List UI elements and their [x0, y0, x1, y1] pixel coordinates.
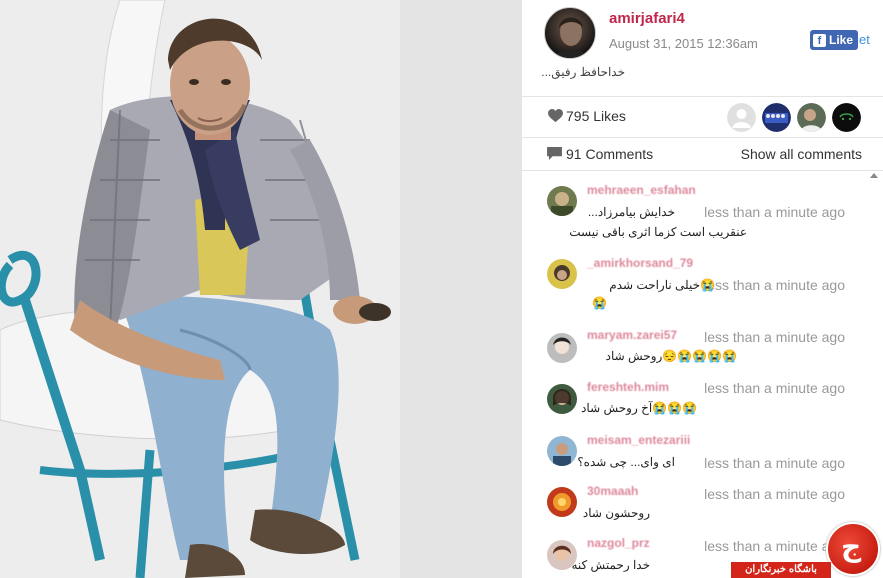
post-detail-panel: amirjafari4 August 31, 2015 12:36am f Li…: [522, 0, 883, 578]
portrait-avatar-icon: [797, 103, 826, 132]
comment-item: fereshteh.mim less than a minute ago 😭😭😭…: [522, 380, 867, 428]
comment-text: 😭😭😭😭😔روحش شاد: [605, 349, 737, 363]
comment-item: 30maaah less than a minute ago روحشون شا…: [522, 484, 867, 532]
facebook-icon: f: [813, 33, 826, 47]
commenter-avatar[interactable]: [547, 436, 577, 466]
comment-time: less than a minute ago: [704, 204, 845, 220]
commenter-avatar[interactable]: [547, 259, 577, 289]
liker-avatar[interactable]: [762, 103, 791, 132]
team-avatar-icon: [762, 103, 791, 132]
author-avatar[interactable]: [544, 7, 596, 59]
commenter-username[interactable]: fereshteh.mim: [587, 380, 669, 394]
comment-time: less than a minute ago: [704, 277, 845, 293]
commenter-username[interactable]: meisam_entezariii: [587, 433, 690, 447]
commenter-avatar-image: [547, 333, 577, 363]
commenter-avatar-image: [547, 384, 577, 414]
comment-list: mehraeen_esfahan less than a minute ago …: [522, 171, 883, 578]
commenter-username[interactable]: maryam.zarei57: [587, 328, 677, 342]
tweet-button-fragment[interactable]: et: [859, 32, 870, 47]
likes-row: 795 Likes: [522, 97, 883, 137]
comment-time: less than a minute ago: [704, 455, 845, 471]
comment-time: less than a minute ago: [704, 538, 845, 554]
liker-avatar[interactable]: [727, 103, 756, 132]
post-username[interactable]: amirjafari4: [609, 10, 685, 27]
comment-item: _amirkhorsand_79 less than a minute ago …: [522, 255, 867, 315]
commenter-avatar-image: [547, 436, 577, 466]
watermark-glyph: ج: [841, 530, 862, 563]
default-avatar-icon: [727, 103, 756, 132]
comment-text: روحشون شاد: [582, 506, 650, 520]
comment-item: mehraeen_esfahan less than a minute ago …: [522, 181, 867, 243]
author-avatar-image: [553, 17, 589, 58]
comment-text-line-2: 😭: [592, 296, 607, 310]
post-date: August 31, 2015 12:36am: [609, 36, 758, 51]
comment-text: ای وای... چی شده؟: [577, 455, 675, 469]
post-caption: خداحافظ رفیق...: [541, 65, 625, 79]
watermark-label: باشگاه خبرنگاران: [731, 562, 831, 578]
commenter-avatar[interactable]: [547, 384, 577, 414]
dark-avatar-icon: [832, 103, 861, 132]
comment-item: meisam_entezariii less than a minute ago…: [522, 433, 867, 477]
commenter-avatar[interactable]: [547, 487, 577, 517]
liker-avatar[interactable]: [832, 103, 861, 132]
comments-row: 91 Comments Show all comments: [522, 138, 883, 170]
photo-illustration: [0, 0, 522, 578]
facebook-like-button[interactable]: f Like: [810, 30, 859, 50]
commenter-username[interactable]: _amirkhorsand_79: [587, 256, 693, 270]
watermark-logo: ج: [826, 522, 880, 576]
facebook-like-label: Like: [829, 33, 854, 47]
commenter-username[interactable]: mehraeen_esfahan: [587, 183, 696, 197]
commenter-avatar[interactable]: [547, 186, 577, 216]
comment-time: less than a minute ago: [704, 329, 845, 345]
commenter-avatar-image: [547, 186, 577, 216]
comment-text: خدایش بیامرزاد...: [587, 205, 675, 219]
comment-item: maryam.zarei57 less than a minute ago 😭😭…: [522, 327, 867, 375]
comment-text: 😭😭😭آخ روحش شاد: [581, 401, 697, 415]
post-header: amirjafari4 August 31, 2015 12:36am f Li…: [522, 0, 883, 96]
commenter-avatar-image: [547, 487, 577, 517]
commenter-username[interactable]: nazgol_prz: [587, 536, 650, 550]
commenter-avatar[interactable]: [547, 333, 577, 363]
comment-time: less than a minute ago: [704, 380, 845, 396]
liker-avatar[interactable]: [797, 103, 826, 132]
heart-icon: [548, 109, 563, 123]
likes-count[interactable]: 795 Likes: [566, 108, 626, 124]
show-all-comments-link[interactable]: Show all comments: [741, 146, 862, 162]
comment-text: خدا رحمتش کنه: [571, 558, 650, 572]
commenter-avatar-image: [547, 259, 577, 289]
post-photo: [0, 0, 522, 578]
comment-time: less than a minute ago: [704, 486, 845, 502]
commenter-username[interactable]: 30maaah: [587, 484, 638, 498]
comments-count: 91 Comments: [566, 146, 654, 162]
comment-text-line-2: عنقریب است کزما اثری باقی نیست: [569, 225, 747, 239]
comment-icon: [547, 147, 562, 160]
comment-text: 😭خیلی ناراحت شدم: [609, 278, 715, 292]
